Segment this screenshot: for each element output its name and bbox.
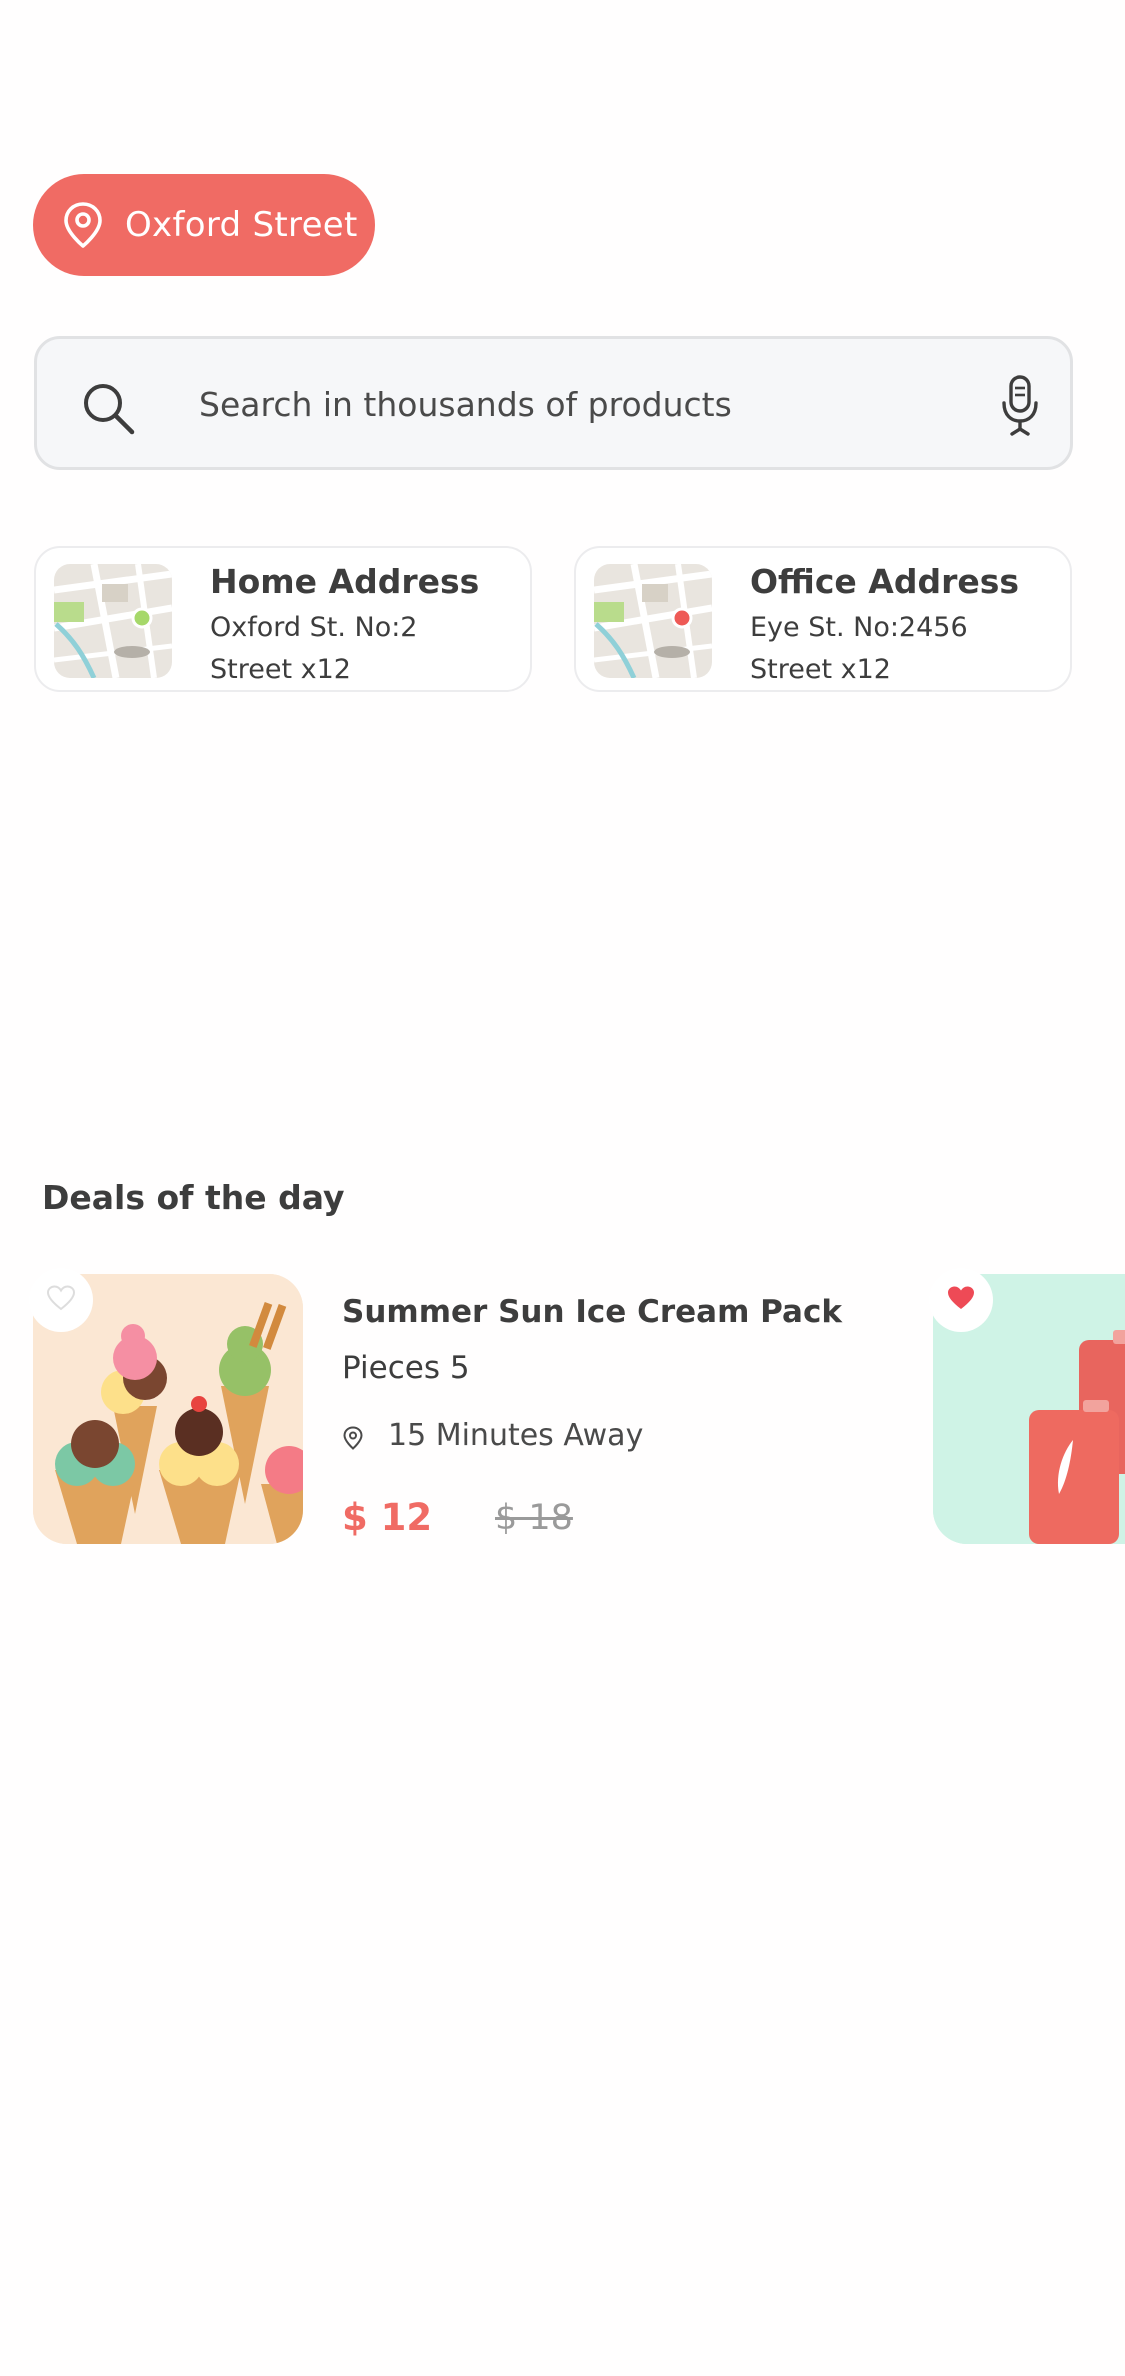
product-pieces: Pieces 5 bbox=[342, 1350, 470, 1386]
deal-card[interactable]: Summer Sun Ice Cream Pack Pieces 5 15 Mi… bbox=[29, 1268, 893, 1546]
search-input[interactable] bbox=[199, 369, 999, 439]
address-title: Home Address bbox=[210, 562, 480, 601]
location-label: Oxford Street bbox=[125, 205, 358, 245]
product-price: $ 12 bbox=[342, 1496, 433, 1539]
address-title: Office Address bbox=[750, 562, 1020, 601]
favorite-button[interactable] bbox=[29, 1268, 93, 1332]
address-line-2: Street x12 bbox=[750, 654, 891, 685]
location-pin-icon bbox=[342, 1426, 364, 1450]
product-old-price: $ 18 bbox=[495, 1498, 573, 1538]
address-line-2: Street x12 bbox=[210, 654, 351, 685]
address-line-1: Eye St. No:2456 bbox=[750, 612, 968, 643]
search-bar[interactable] bbox=[34, 336, 1073, 470]
location-selector-button[interactable]: Oxford Street bbox=[33, 174, 375, 276]
product-name: Summer Sun Ice Cream Pack bbox=[342, 1294, 842, 1330]
map-thumbnail-icon bbox=[594, 564, 712, 678]
heart-outline-icon bbox=[46, 1285, 76, 1315]
map-thumbnail-icon bbox=[54, 564, 172, 678]
deals-section-title: Deals of the day bbox=[42, 1178, 345, 1217]
deal-card[interactable] bbox=[929, 1268, 1125, 1546]
delivery-distance: 15 Minutes Away bbox=[388, 1418, 644, 1453]
office-address-card[interactable]: Office Address Eye St. No:2456 Street x1… bbox=[574, 546, 1072, 692]
favorite-button[interactable] bbox=[929, 1268, 993, 1332]
map-pin-icon bbox=[61, 201, 105, 249]
heart-filled-icon bbox=[946, 1285, 976, 1315]
microphone-icon[interactable] bbox=[1000, 375, 1040, 437]
search-icon[interactable] bbox=[81, 381, 137, 437]
address-line-1: Oxford St. No:2 bbox=[210, 612, 418, 643]
home-address-card[interactable]: Home Address Oxford St. No:2 Street x12 bbox=[34, 546, 532, 692]
